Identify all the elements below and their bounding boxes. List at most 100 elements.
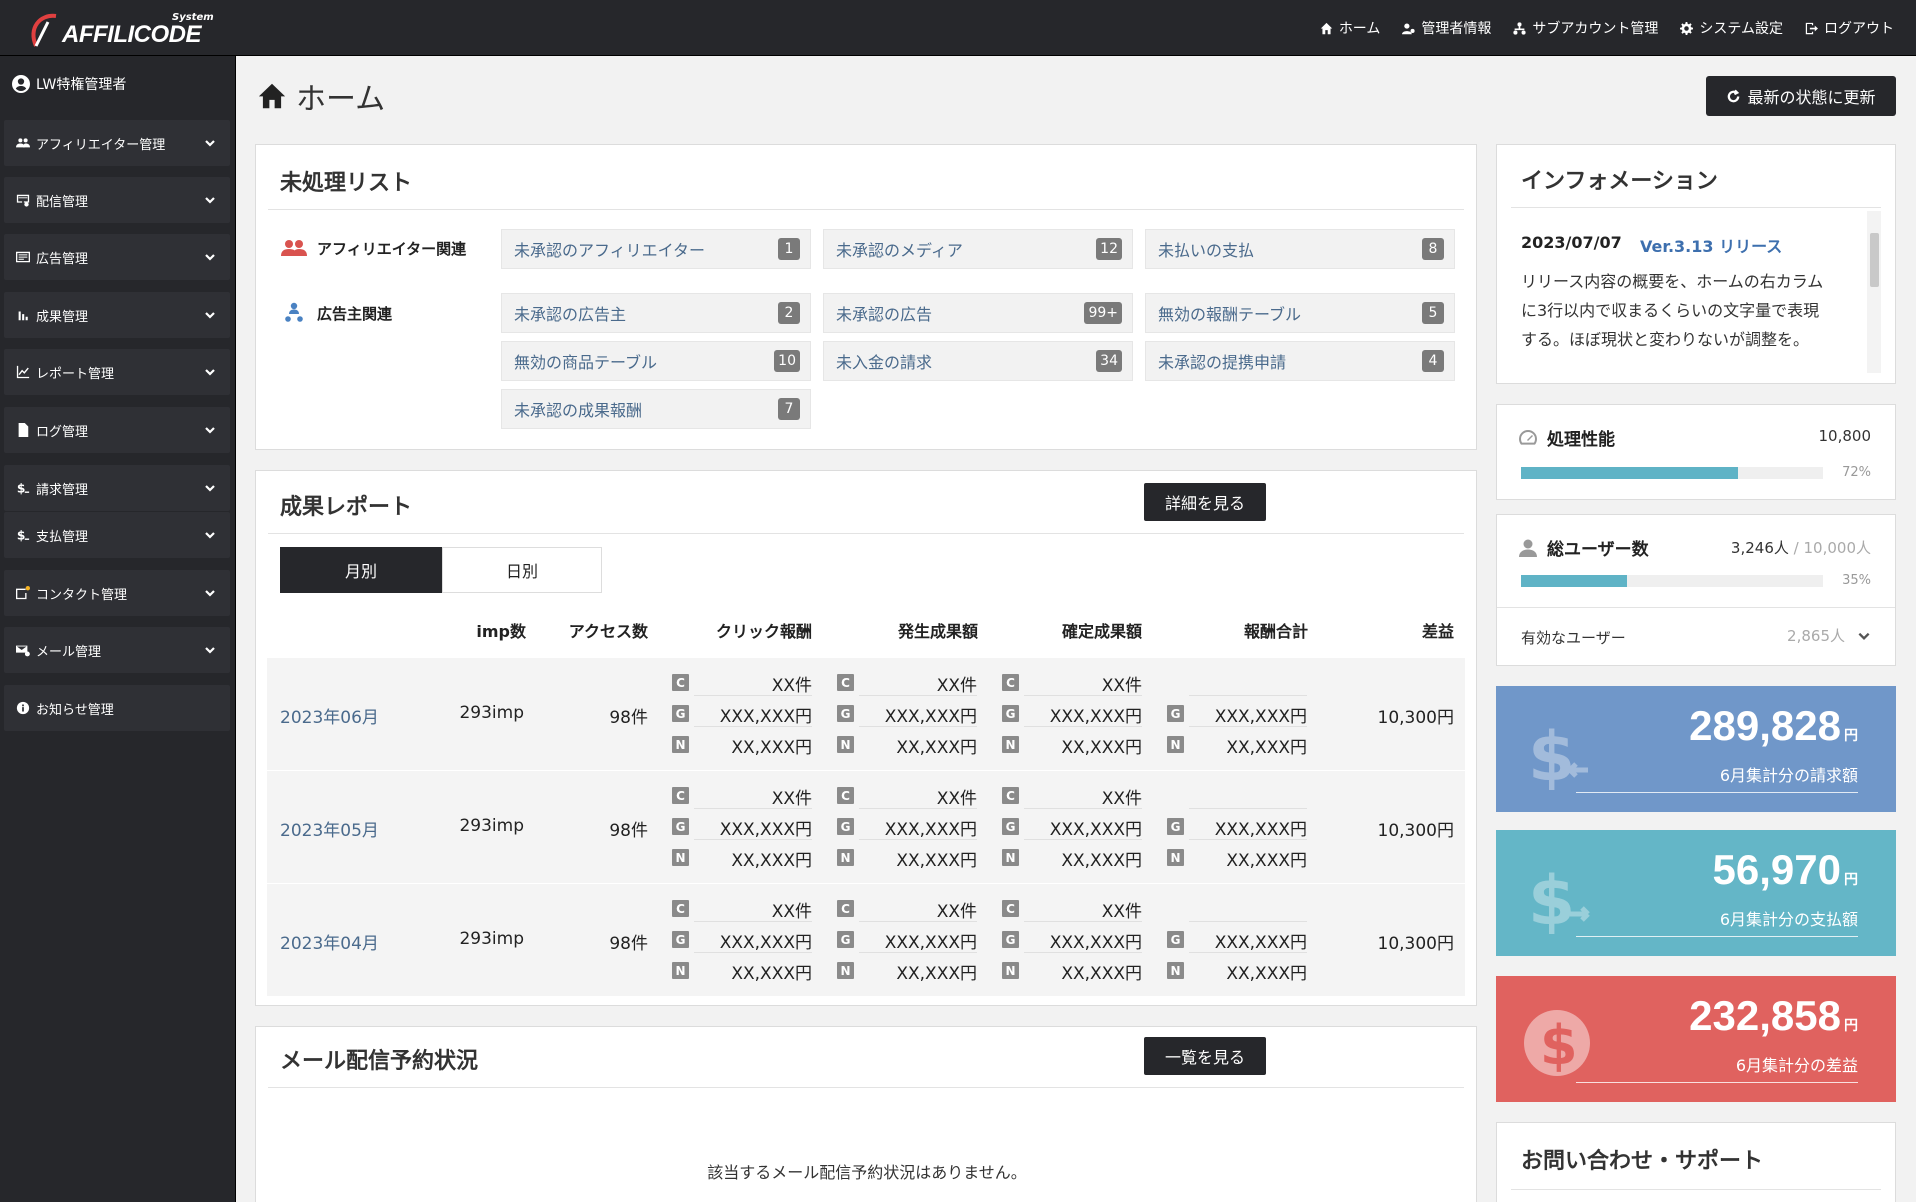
row-amount: XX,XXX円	[1226, 964, 1307, 984]
row-amount: XX,XXX円	[1226, 738, 1307, 758]
mail-list-button[interactable]: 一覧を見る	[1144, 1037, 1266, 1075]
sidebar-item-label: メール管理	[36, 644, 102, 660]
row-imp: 293imp	[459, 703, 524, 723]
profit-label: 6月集計分の差益	[1735, 1056, 1858, 1075]
row-amount: XX件	[1101, 789, 1142, 809]
pending-label: 未承認の成果報酬	[514, 401, 643, 420]
profit-value: 232,858	[1689, 992, 1841, 1039]
pending-invalid-reward-tables[interactable]: 無効の報酬テーブル 5	[1145, 293, 1455, 333]
info-line: する。ほぼ現状と変わりないが調整を。	[1521, 330, 1810, 349]
count-badge: 12	[1096, 238, 1122, 260]
sidebar-item-payments[interactable]: $ 支払管理	[4, 512, 230, 558]
app-logo[interactable]: System AFFILICODE	[26, 8, 216, 50]
divider	[859, 952, 977, 953]
row-amount: XX,XXX円	[1226, 851, 1307, 871]
billing-summary-card[interactable]: $ 289,828 円 6月集計分の請求額	[1496, 686, 1896, 812]
row-amount: XXX,XXX円	[1049, 820, 1142, 840]
pending-unpaid-payments[interactable]: 未払いの支払 8	[1145, 229, 1455, 269]
info-scrollbar[interactable]	[1867, 211, 1881, 373]
sidebar-item-notices[interactable]: お知らせ管理	[4, 685, 230, 731]
dollar-out-icon: $	[1528, 862, 1590, 940]
sidebar-item-affiliator[interactable]: アフィリエイター管理	[4, 120, 230, 166]
pending-unapproved-advertisers[interactable]: 未承認の広告主 2	[501, 293, 811, 333]
chevron-down-icon	[205, 427, 215, 434]
profit-summary-card[interactable]: $ 232,858 円 6月集計分の差益	[1496, 976, 1896, 1102]
count-badge: 99+	[1084, 302, 1122, 324]
row-amount: XX件	[1101, 676, 1142, 696]
tab-monthly[interactable]: 月別	[280, 547, 442, 593]
sidebar-user[interactable]: LW特権管理者	[12, 74, 126, 94]
pending-label: 未承認のアフィリエイター	[514, 241, 706, 260]
contact-icon	[16, 586, 30, 600]
divider	[859, 726, 977, 727]
row-amount: XX,XXX円	[896, 738, 977, 758]
sidebar-item-results[interactable]: 成果管理	[4, 292, 230, 338]
row-amount: XX,XXX円	[1061, 851, 1142, 871]
nav-logout[interactable]: ログアウト	[1805, 18, 1894, 38]
sidebar-item-reports[interactable]: レポート管理	[4, 349, 230, 395]
divider	[694, 839, 812, 840]
sidebar-item-logs[interactable]: ログ管理	[4, 407, 230, 453]
report-detail-button[interactable]: 詳細を見る	[1144, 483, 1266, 521]
sidebar-item-mail[interactable]: メール管理	[4, 627, 230, 673]
pending-unpaid-invoices[interactable]: 未入金の請求 34	[823, 341, 1133, 381]
group-affiliate: アフィリエイター関連	[281, 237, 466, 259]
pending-unapproved-rewards[interactable]: 未承認の成果報酬 7	[501, 389, 811, 429]
row-amount: XX件	[936, 676, 977, 696]
tab-daily[interactable]: 日別	[442, 547, 602, 593]
sidebar-item-billing[interactable]: $ 請求管理	[4, 465, 230, 511]
chevron-down-icon	[1858, 632, 1870, 640]
row-amount: XX件	[936, 789, 977, 809]
chevron-down-icon	[205, 485, 215, 492]
row-amount: XXX,XXX円	[719, 820, 812, 840]
user-cog-icon	[1402, 22, 1415, 34]
row-amount: XXX,XXX円	[884, 820, 977, 840]
pending-invalid-product-tables[interactable]: 無効の商品テーブル 10	[501, 341, 811, 381]
active-users-toggle[interactable]: 2,865人	[1787, 625, 1871, 646]
row-month-link[interactable]: 2023年04月	[280, 929, 379, 954]
pending-unapproved-partnerships[interactable]: 未承認の提携申請 4	[1145, 341, 1455, 381]
row-amount: XX,XXX円	[896, 851, 977, 871]
row-month-link[interactable]: 2023年05月	[280, 816, 379, 841]
mail-schedule-card: メール配信予約状況 一覧を見る 該当するメール配信予約状況はありません。	[255, 1026, 1477, 1202]
pending-label: 未入金の請求	[836, 353, 933, 372]
sidebar-user-name: LW特権管理者	[36, 77, 127, 93]
nav-home[interactable]: ホーム	[1320, 18, 1380, 38]
divider	[1024, 952, 1142, 953]
row-month-link[interactable]: 2023年06月	[280, 703, 379, 728]
profit-amount: 232,858 円	[1689, 992, 1858, 1040]
payment-value: 56,970	[1712, 846, 1841, 893]
chevron-down-icon	[205, 590, 215, 597]
row-amount: XX,XXX円	[731, 738, 812, 758]
refresh-button[interactable]: 最新の状態に更新	[1706, 76, 1896, 116]
sidebar-item-ads[interactable]: 広告管理	[4, 234, 230, 280]
sidebar-item-contacts[interactable]: コンタクト管理	[4, 570, 230, 616]
pending-unapproved-affiliators[interactable]: 未承認のアフィリエイター 1	[501, 229, 811, 269]
row-profit: 10,300円	[1377, 708, 1454, 728]
row-imp: 293imp	[459, 816, 524, 836]
pending-unapproved-ads[interactable]: 未承認の広告 99+	[823, 293, 1133, 333]
svg-text:$: $	[1528, 862, 1575, 940]
sidebar-item-label: 配信管理	[36, 194, 89, 210]
users-count: 3,246人	[1730, 539, 1789, 557]
col-header-occurred: 発生成果額	[897, 622, 978, 641]
user-circle-icon	[12, 75, 30, 93]
svg-text:$: $	[1540, 1014, 1578, 1077]
payment-summary-card[interactable]: $ 56,970 円 6月集計分の支払額	[1496, 830, 1896, 956]
sidebar-item-delivery[interactable]: 配信管理	[4, 177, 230, 223]
nav-subaccount[interactable]: サブアカウント管理	[1513, 18, 1658, 38]
payment-label: 6月集計分の支払額	[1719, 910, 1858, 929]
divider	[694, 695, 812, 696]
pending-unapproved-media[interactable]: 未承認のメディア 12	[823, 229, 1133, 269]
performance-percent: 72%	[1842, 465, 1871, 480]
divider	[1189, 808, 1307, 809]
info-version-link[interactable]: Ver.3.13 リリース	[1640, 233, 1782, 257]
scrollbar-thumb[interactable]	[1870, 233, 1879, 287]
dollar-out-icon: $	[17, 528, 30, 542]
divider	[1189, 695, 1307, 696]
nav-system-settings[interactable]: システム設定	[1680, 18, 1783, 38]
information-title: インフォメーション	[1521, 169, 1718, 194]
billing-value: 289,828	[1689, 702, 1841, 749]
count-badge: 4	[1422, 350, 1444, 372]
nav-admin-info[interactable]: 管理者情報	[1402, 18, 1491, 38]
